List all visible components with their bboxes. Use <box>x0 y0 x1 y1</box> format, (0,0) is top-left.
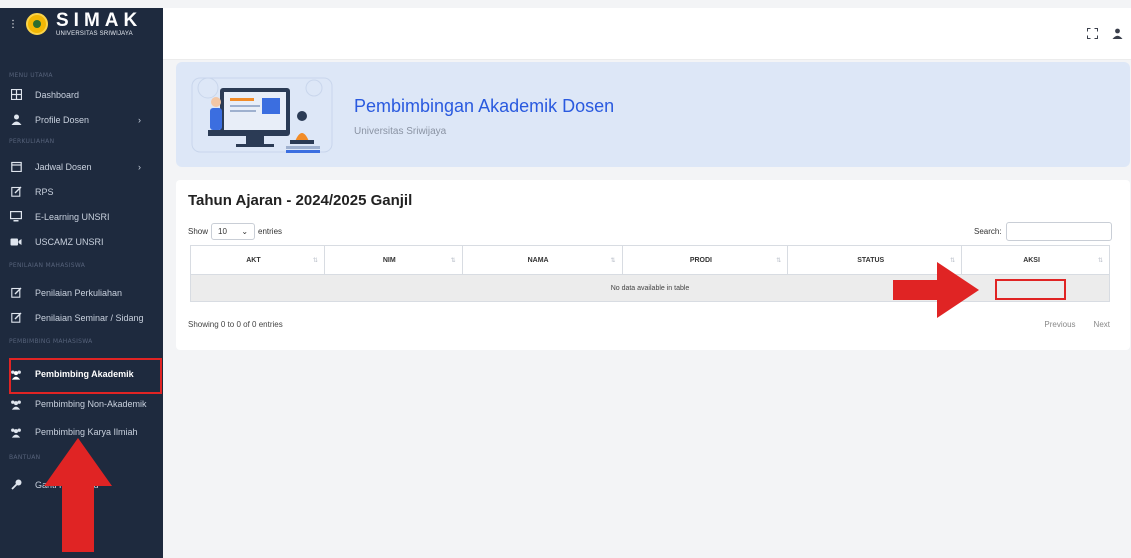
user-icon[interactable] <box>1110 26 1124 40</box>
sidebar-item-jadwal-dosen[interactable]: Jadwal Dosen › <box>0 154 163 179</box>
previous-button[interactable]: Previous <box>1044 320 1075 329</box>
sidebar-item-pembimbing-akademik[interactable]: Pembimbing Akademik <box>0 358 163 394</box>
user-icon <box>10 114 22 126</box>
sidebar-item-label: Dashboard <box>35 89 80 100</box>
column-header-label: NIM <box>382 256 396 264</box>
column-header-prodi[interactable]: PRODI ⇅ <box>621 245 789 275</box>
search-input[interactable] <box>1005 222 1112 241</box>
next-button[interactable]: Next <box>1094 320 1110 329</box>
sidebar-item-rps[interactable]: RPS <box>0 179 163 204</box>
column-header-label: AKT <box>246 256 261 264</box>
column-header-label: PRODI <box>689 256 712 264</box>
sidebar-item-elearning[interactable]: E-Learning UNSRI <box>0 204 163 229</box>
sidebar-item-label: Profile Dosen <box>35 114 90 125</box>
pagination: Previous Next <box>1044 320 1110 329</box>
page-subtitle: Universitas Sriwijaya <box>354 126 447 137</box>
column-header-nim[interactable]: NIM ⇅ <box>323 245 463 275</box>
video-camera-icon <box>10 236 22 248</box>
page-title: Pembimbingan Akademik Dosen <box>354 96 615 116</box>
monitor-icon <box>10 211 22 223</box>
section-menu-utama: MENU UTAMA <box>9 71 53 79</box>
section-pembimbing-mahasiswa: PEMBIMBING MAHASISWA <box>9 337 93 345</box>
show-label: Show <box>188 227 209 236</box>
sort-icon: ⇅ <box>776 258 782 264</box>
column-header-nama[interactable]: NAMA ⇅ <box>461 245 623 275</box>
calendar-icon <box>10 161 22 173</box>
key-icon <box>10 479 22 491</box>
sidebar-item-label: E-Learning UNSRI <box>35 211 110 222</box>
entries-label: entries <box>258 227 283 236</box>
card-title: Tahun Ajaran - 2024/2025 Ganjil <box>188 192 413 209</box>
highlight-box-aksi <box>995 279 1066 300</box>
sidebar-item-label: USCAMZ UNSRI <box>35 236 104 247</box>
brand: ⋮ SIMAK UNIVERSITAS SRIWIJAYA <box>0 8 163 40</box>
sidebar-item-label: Pembimbing Non-Akademik <box>35 399 147 409</box>
app-root: ⋮ SIMAK UNIVERSITAS SRIWIJAYA MENU UTAMA… <box>0 0 1131 558</box>
sidebar-item-penilaian-perkuliahan[interactable]: Penilaian Perkuliahan <box>0 280 163 305</box>
sidebar-item-pembimbing-non-akademik[interactable]: Pembimbing Non-Akademik <box>0 390 163 418</box>
page-banner: Pembimbingan Akademik Dosen Universitas … <box>176 62 1130 167</box>
edit-icon <box>10 312 22 324</box>
brand-subtitle: UNIVERSITAS SRIWIJAYA <box>56 31 133 37</box>
sort-icon: ⇅ <box>1097 258 1103 264</box>
sidebar-item-profile-dosen[interactable]: Profile Dosen › <box>0 107 163 132</box>
sidebar-item-label: Jadwal Dosen <box>35 161 92 172</box>
chevron-down-icon: ⌄ <box>241 227 249 236</box>
users-icon <box>10 368 22 380</box>
table-card: Tahun Ajaran - 2024/2025 Ganjil Show 10 … <box>176 180 1130 350</box>
users-icon <box>10 398 22 410</box>
sort-icon: ⇅ <box>610 258 616 264</box>
search-label: Search: <box>974 227 1002 236</box>
vertical-dots-icon[interactable]: ⋮ <box>8 19 18 30</box>
university-logo <box>26 13 48 35</box>
section-penilaian-mahasiswa: PENILAIAN MAHASISWA <box>9 261 86 269</box>
arrow-up-icon <box>44 438 112 552</box>
entries-select[interactable]: 10 ⌄ <box>211 223 256 240</box>
sort-icon: ⇅ <box>450 258 456 264</box>
column-header-aksi[interactable]: AKSI ⇅ <box>961 245 1110 275</box>
topbar <box>163 8 1131 60</box>
sidebar-item-label: Pembimbing Karya Ilmiah <box>35 427 138 437</box>
sidebar-item-dashboard[interactable]: Dashboard <box>0 82 163 107</box>
edit-icon <box>10 186 22 198</box>
grid-icon <box>10 89 22 101</box>
sidebar-item-label: RPS <box>35 186 54 197</box>
sidebar-item-label: Penilaian Perkuliahan <box>35 287 123 298</box>
sidebar-item-penilaian-seminar[interactable]: Penilaian Seminar / Sidang <box>0 305 163 330</box>
column-header-label: STATUS <box>857 256 885 264</box>
chevron-right-icon: › <box>138 114 141 125</box>
edit-icon <box>10 287 22 299</box>
brand-title: SIMAK <box>56 10 143 31</box>
banner-illustration <box>191 77 333 153</box>
sort-icon: ⇅ <box>312 258 318 264</box>
sidebar-item-uscamz[interactable]: USCAMZ UNSRI <box>0 229 163 254</box>
column-header-label: NAMA <box>527 256 549 264</box>
entries-value: 10 <box>218 227 227 236</box>
arrow-right-icon <box>893 262 979 318</box>
entries-length-control: Show 10 ⌄ entries <box>188 223 282 240</box>
fullscreen-icon[interactable] <box>1085 26 1099 40</box>
table-info: Showing 0 to 0 of 0 entries <box>188 320 283 329</box>
column-header-akt[interactable]: AKT ⇅ <box>190 245 325 275</box>
search-control: Search: <box>974 222 1112 241</box>
section-perkuliahan: PERKULIAHAN <box>9 137 55 145</box>
chevron-right-icon: › <box>138 161 141 172</box>
sidebar-item-label: Pembimbing Akademik <box>35 369 134 379</box>
column-header-label: AKSI <box>1023 256 1040 264</box>
sidebar-item-label: Penilaian Seminar / Sidang <box>35 312 144 323</box>
users-icon <box>10 426 22 438</box>
